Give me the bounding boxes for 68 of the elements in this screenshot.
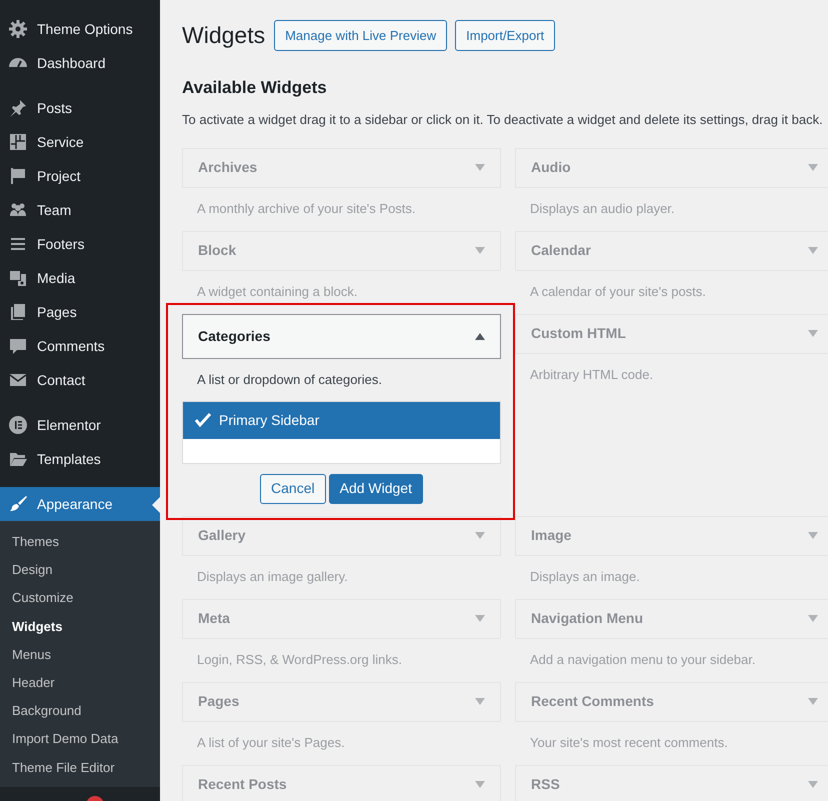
sidebar-option[interactable]: Primary Sidebar — [183, 402, 500, 438]
e-logo-icon — [8, 415, 28, 435]
section-heading: Available Widgets — [182, 76, 328, 99]
checkmark-icon — [195, 413, 211, 427]
widget-description: A list of your site's Pages. — [197, 734, 345, 752]
menu-item[interactable]: Posts — [0, 91, 160, 125]
menu-item[interactable]: Templates — [0, 442, 160, 476]
instructions: To activate a widget drag it to a sidebar or click on it. To deactivate a widget and delete its settings, drag it back. — [182, 111, 824, 129]
header-button[interactable]: Manage with Live Preview — [274, 20, 448, 51]
expand-arrow-icon — [475, 781, 485, 788]
expand-arrow-icon — [475, 532, 485, 539]
expand-arrow-icon — [475, 615, 485, 622]
menu-item[interactable]: Footers — [0, 227, 160, 261]
submenu-item[interactable]: Widgets — [0, 612, 160, 641]
cancel-button[interactable]: Cancel — [260, 474, 326, 504]
widget-description: Login, RSS, & WordPress.org links. — [197, 651, 402, 670]
menu-item[interactable]: Project — [0, 159, 160, 193]
flag-icon — [8, 166, 28, 186]
menu-item[interactable]: Dashboard — [0, 46, 160, 80]
widget-description: Displays an audio player. — [530, 200, 675, 218]
menu-item[interactable]: Team — [0, 193, 160, 227]
menu-item[interactable]: Theme Options — [0, 12, 160, 46]
collapse-arrow-icon — [475, 332, 485, 340]
expand-arrow-icon — [808, 330, 818, 337]
menu-item[interactable]: Service — [0, 125, 160, 159]
layout-icon — [8, 132, 28, 152]
expand-arrow-icon — [808, 615, 818, 622]
submenu-item[interactable]: Header — [0, 668, 160, 698]
page-title: Widgets — [182, 21, 266, 50]
expand-arrow-icon — [475, 164, 485, 171]
widget-description: Displays an image. — [530, 568, 640, 586]
widget-description: A widget containing a block. — [197, 283, 358, 302]
widget-description: A monthly archive of your site's Posts. — [197, 200, 416, 218]
expand-arrow-icon — [475, 247, 485, 254]
pages-icon — [8, 302, 28, 322]
submenu-item[interactable]: Import Demo Data — [0, 725, 160, 754]
submenu-item[interactable]: Customize — [0, 584, 160, 613]
widget-description: A calendar of your site's posts. — [530, 283, 706, 302]
submenu-item[interactable]: Background — [0, 697, 160, 726]
submenu-item[interactable]: Design — [0, 556, 160, 584]
expand-arrow-icon — [808, 532, 818, 539]
expand-arrow-icon — [808, 247, 818, 254]
media-icon — [8, 268, 28, 288]
expand-arrow-icon — [808, 164, 818, 171]
widget-description: Add a navigation menu to your sidebar. — [530, 651, 756, 670]
menu-item[interactable]: Pages — [0, 295, 160, 329]
submenu-item[interactable]: Menus — [0, 640, 160, 669]
menu-item[interactable]: Contact — [0, 363, 160, 397]
expand-arrow-icon — [475, 698, 485, 705]
expand-arrow-icon — [808, 781, 818, 788]
menu-item[interactable]: Media — [0, 261, 160, 295]
menu-item[interactable]: Appearance — [0, 487, 160, 521]
widget-description: Your site's most recent comments. — [530, 734, 728, 752]
menu-item[interactable]: Elementor — [0, 408, 160, 442]
header-button[interactable]: Import/Export — [455, 20, 556, 51]
add-widget-button[interactable]: Add Widget — [328, 474, 423, 504]
widget-description: A list or dropdown of categories. — [197, 370, 382, 389]
speech-bubble-icon — [8, 336, 28, 356]
submenu-item[interactable]: Themes — [0, 528, 160, 556]
widget-description: Arbitrary HTML code. — [530, 366, 654, 384]
widget-header[interactable]: Categories — [182, 314, 501, 358]
pin-icon — [8, 98, 28, 118]
expand-arrow-icon — [808, 698, 818, 705]
menu-item[interactable]: Comments — [0, 329, 160, 363]
paintbrush-icon — [8, 494, 28, 514]
widget-description: Displays an image gallery. — [197, 568, 348, 586]
submenu-item[interactable]: Theme File Editor — [0, 754, 160, 782]
gear-icon — [8, 19, 28, 39]
